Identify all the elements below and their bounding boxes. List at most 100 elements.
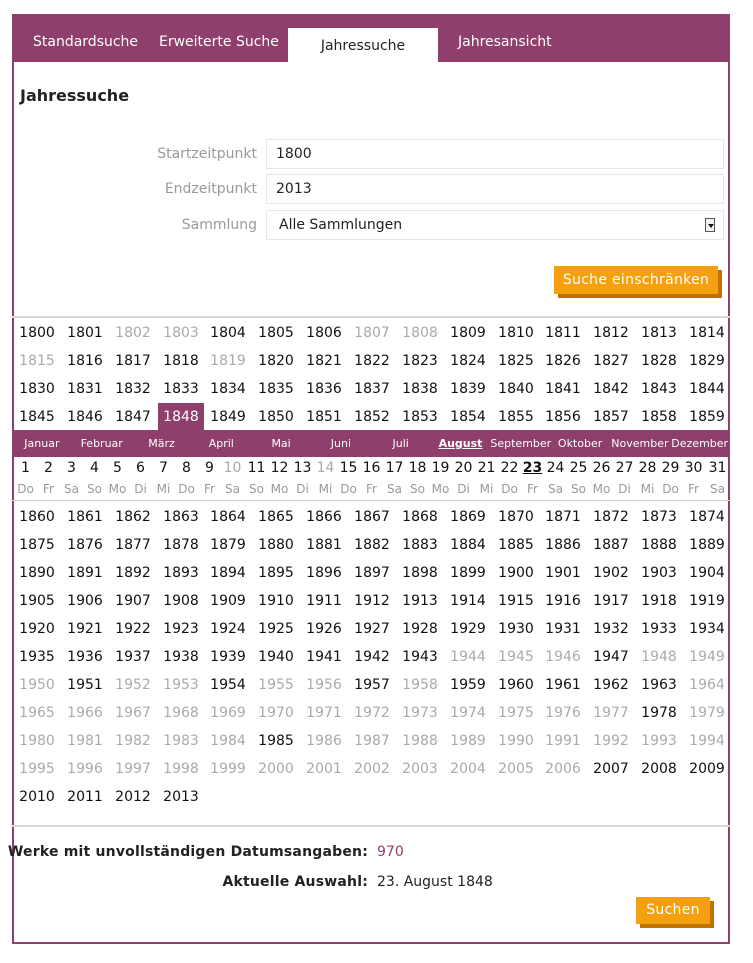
year-2003[interactable]: 2003: [397, 755, 443, 783]
year-1979[interactable]: 1979: [684, 699, 730, 727]
year-1990[interactable]: 1990: [493, 727, 539, 755]
month-mai[interactable]: Mai: [251, 430, 311, 457]
year-1829[interactable]: 1829: [684, 347, 730, 375]
year-1956[interactable]: 1956: [301, 671, 347, 699]
year-1818[interactable]: 1818: [158, 347, 204, 375]
year-1808[interactable]: 1808: [397, 319, 443, 347]
year-1974[interactable]: 1974: [445, 699, 491, 727]
day-17[interactable]: 17: [383, 460, 406, 476]
day-2[interactable]: 2: [37, 460, 60, 476]
year-1970[interactable]: 1970: [253, 699, 299, 727]
year-1986[interactable]: 1986: [301, 727, 347, 755]
day-23[interactable]: 23: [521, 460, 544, 476]
year-1861[interactable]: 1861: [62, 503, 108, 531]
year-1980[interactable]: 1980: [14, 727, 60, 755]
year-1887[interactable]: 1887: [588, 531, 634, 559]
year-1853[interactable]: 1853: [397, 403, 443, 431]
month-februar[interactable]: Februar: [72, 430, 132, 457]
year-1856[interactable]: 1856: [540, 403, 586, 431]
year-1975[interactable]: 1975: [493, 699, 539, 727]
year-1894[interactable]: 1894: [205, 559, 251, 587]
year-1914[interactable]: 1914: [445, 587, 491, 615]
year-1989[interactable]: 1989: [445, 727, 491, 755]
year-1882[interactable]: 1882: [349, 531, 395, 559]
year-1916[interactable]: 1916: [540, 587, 586, 615]
year-2000[interactable]: 2000: [253, 755, 299, 783]
year-1952[interactable]: 1952: [110, 671, 156, 699]
year-2001[interactable]: 2001: [301, 755, 347, 783]
day-14[interactable]: 14: [314, 460, 337, 476]
year-1959[interactable]: 1959: [445, 671, 491, 699]
year-1878[interactable]: 1878: [158, 531, 204, 559]
year-1800[interactable]: 1800: [14, 319, 60, 347]
year-1998[interactable]: 1998: [158, 755, 204, 783]
day-9[interactable]: 9: [198, 460, 221, 476]
year-1932[interactable]: 1932: [588, 615, 634, 643]
year-1915[interactable]: 1915: [493, 587, 539, 615]
year-1901[interactable]: 1901: [540, 559, 586, 587]
year-1948[interactable]: 1948: [636, 643, 682, 671]
day-5[interactable]: 5: [106, 460, 129, 476]
year-2005[interactable]: 2005: [493, 755, 539, 783]
year-1893[interactable]: 1893: [158, 559, 204, 587]
year-1862[interactable]: 1862: [110, 503, 156, 531]
year-1812[interactable]: 1812: [588, 319, 634, 347]
year-1923[interactable]: 1923: [158, 615, 204, 643]
month-januar[interactable]: Januar: [12, 430, 72, 457]
year-1919[interactable]: 1919: [684, 587, 730, 615]
year-1971[interactable]: 1971: [301, 699, 347, 727]
year-1934[interactable]: 1934: [684, 615, 730, 643]
year-1866[interactable]: 1866: [301, 503, 347, 531]
year-1843[interactable]: 1843: [636, 375, 682, 403]
day-10[interactable]: 10: [221, 460, 244, 476]
tab-standardsuche[interactable]: Standardsuche: [33, 14, 138, 62]
month-juni[interactable]: Juni: [311, 430, 371, 457]
year-1840[interactable]: 1840: [493, 375, 539, 403]
collection-select[interactable]: Alle Sammlungen: [266, 210, 724, 240]
day-19[interactable]: 19: [429, 460, 452, 476]
year-2013[interactable]: 2013: [158, 783, 204, 811]
year-1811[interactable]: 1811: [540, 319, 586, 347]
year-1899[interactable]: 1899: [445, 559, 491, 587]
incomplete-dates-link[interactable]: 970: [377, 844, 404, 860]
year-1874[interactable]: 1874: [684, 503, 730, 531]
year-1987[interactable]: 1987: [349, 727, 395, 755]
year-1890[interactable]: 1890: [14, 559, 60, 587]
year-1961[interactable]: 1961: [540, 671, 586, 699]
year-1884[interactable]: 1884: [445, 531, 491, 559]
year-1860[interactable]: 1860: [14, 503, 60, 531]
year-1805[interactable]: 1805: [253, 319, 299, 347]
year-1963[interactable]: 1963: [636, 671, 682, 699]
day-31[interactable]: 31: [706, 460, 729, 476]
year-1929[interactable]: 1929: [445, 615, 491, 643]
year-1946[interactable]: 1946: [540, 643, 586, 671]
year-1827[interactable]: 1827: [588, 347, 634, 375]
day-18[interactable]: 18: [406, 460, 429, 476]
year-1841[interactable]: 1841: [540, 375, 586, 403]
year-1858[interactable]: 1858: [636, 403, 682, 431]
day-16[interactable]: 16: [360, 460, 383, 476]
day-21[interactable]: 21: [475, 460, 498, 476]
year-1881[interactable]: 1881: [301, 531, 347, 559]
year-1943[interactable]: 1943: [397, 643, 443, 671]
year-1913[interactable]: 1913: [397, 587, 443, 615]
year-1981[interactable]: 1981: [62, 727, 108, 755]
day-15[interactable]: 15: [337, 460, 360, 476]
year-1886[interactable]: 1886: [540, 531, 586, 559]
year-1935[interactable]: 1935: [14, 643, 60, 671]
year-2004[interactable]: 2004: [445, 755, 491, 783]
year-1891[interactable]: 1891: [62, 559, 108, 587]
year-1994[interactable]: 1994: [684, 727, 730, 755]
year-1953[interactable]: 1953: [158, 671, 204, 699]
tab-erweiterte-suche[interactable]: Erweiterte Suche: [159, 14, 279, 62]
year-1910[interactable]: 1910: [253, 587, 299, 615]
year-1883[interactable]: 1883: [397, 531, 443, 559]
day-29[interactable]: 29: [659, 460, 682, 476]
year-1863[interactable]: 1863: [158, 503, 204, 531]
year-1892[interactable]: 1892: [110, 559, 156, 587]
year-1820[interactable]: 1820: [253, 347, 299, 375]
year-2007[interactable]: 2007: [588, 755, 634, 783]
refine-search-button[interactable]: Suche einschränken: [554, 266, 718, 294]
year-1941[interactable]: 1941: [301, 643, 347, 671]
year-1969[interactable]: 1969: [205, 699, 251, 727]
